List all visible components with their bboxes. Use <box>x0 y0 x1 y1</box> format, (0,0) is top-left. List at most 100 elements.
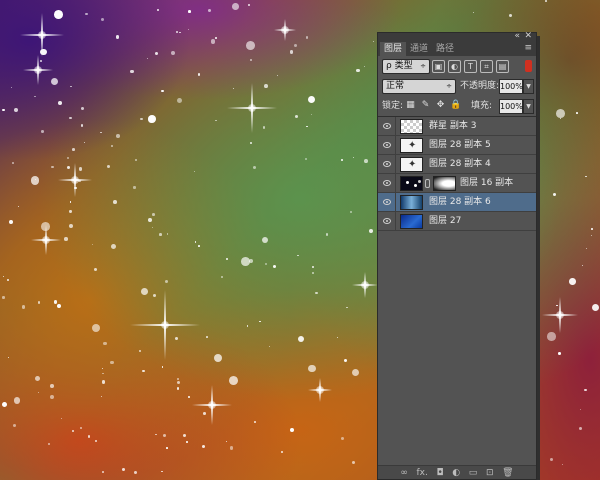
star-dot <box>156 9 159 12</box>
layer-row-selected[interactable]: 图层 28 副本 6 <box>378 193 536 212</box>
star-dot <box>254 421 257 423</box>
type-filter-icon[interactable]: T <box>464 60 477 73</box>
layer-row[interactable]: 图层 16 副本 <box>378 174 536 193</box>
star-dot <box>34 375 41 382</box>
star-dot <box>146 58 148 60</box>
star-dot <box>37 301 41 305</box>
star-dot <box>293 44 297 48</box>
panel-menu-icon[interactable]: ≡ <box>524 43 532 53</box>
star-core <box>316 386 324 394</box>
star-dot <box>581 265 583 267</box>
tab-channels[interactable]: 通道 <box>406 42 432 56</box>
shape-filter-icon[interactable]: ⌗ <box>480 60 493 73</box>
star-dot <box>553 192 557 197</box>
layer-row[interactable]: 群星 副本 3 <box>378 117 536 136</box>
layer-name: 图层 28 副本 5 <box>429 140 491 150</box>
star-dot <box>198 245 200 247</box>
visibility-toggle[interactable] <box>378 117 396 136</box>
star-dot <box>280 450 284 453</box>
star-dot <box>264 262 268 266</box>
star-dot <box>176 380 180 384</box>
star-dot <box>561 463 563 465</box>
star-dot <box>37 392 40 394</box>
star-dot <box>289 49 294 54</box>
visibility-toggle[interactable] <box>378 193 396 212</box>
star-dot <box>161 366 164 368</box>
tab-paths[interactable]: 路径 <box>432 42 458 56</box>
lock-paint-icon[interactable]: ✎ <box>420 99 431 112</box>
star-dot <box>115 133 120 138</box>
star-dot <box>101 471 104 473</box>
lock-move-icon[interactable]: ✥ <box>435 99 446 112</box>
panel-scrollbar[interactable] <box>537 36 540 480</box>
tab-layers[interactable]: 图层 <box>380 42 407 56</box>
star-dot <box>81 107 85 110</box>
layer-thumbnail <box>400 138 423 153</box>
collapse-icon[interactable]: « <box>514 31 520 41</box>
visibility-toggle[interactable] <box>378 174 396 193</box>
opacity-dropdown-icon[interactable]: ▼ <box>523 79 534 94</box>
star-dot <box>208 8 212 12</box>
star-dot <box>30 176 40 185</box>
lock-all-icon[interactable]: 🔒 <box>450 99 461 112</box>
star-dot <box>141 288 148 296</box>
star-dot <box>228 375 238 385</box>
layer-row[interactable]: 图层 28 副本 5 <box>378 136 536 155</box>
star-dot <box>79 426 83 430</box>
star-dot <box>276 74 278 76</box>
layer-list-empty-area[interactable] <box>378 266 536 465</box>
visibility-toggle[interactable] <box>378 212 396 231</box>
star-dot <box>232 87 234 89</box>
blend-mode-select[interactable]: 正常 ÷ <box>382 79 456 94</box>
fill-dropdown-icon[interactable]: ▼ <box>523 99 534 114</box>
mask-icon[interactable]: ◘ <box>437 467 444 479</box>
fx-icon[interactable]: fx. <box>416 467 427 479</box>
star-dot <box>21 305 25 309</box>
star-dot <box>585 175 588 178</box>
eye-icon[interactable] <box>383 123 391 129</box>
lock-transparent-icon[interactable]: ▦ <box>405 99 416 112</box>
star-dot <box>47 442 50 445</box>
new-layer-icon[interactable]: ⊡ <box>486 467 494 479</box>
star-dot <box>148 217 152 222</box>
star-dot <box>111 243 117 249</box>
chain-link-icon[interactable] <box>425 179 430 188</box>
star-dot <box>576 112 578 114</box>
filter-toggle[interactable] <box>525 60 532 72</box>
adjustment-filter-icon[interactable]: ◐ <box>448 60 461 73</box>
group-icon[interactable]: ▭ <box>469 467 478 479</box>
smart-object-filter-icon[interactable]: ▤ <box>496 60 509 73</box>
eye-icon[interactable] <box>383 142 391 148</box>
layer-name: 群星 副本 3 <box>429 121 477 131</box>
star-dot <box>364 65 366 67</box>
close-icon[interactable]: ✕ <box>524 31 532 41</box>
trash-icon[interactable]: 🗑 <box>502 467 513 479</box>
image-filter-icon[interactable]: ▣ <box>432 60 445 73</box>
visibility-toggle[interactable] <box>378 136 396 155</box>
opacity-input[interactable]: 100% <box>499 79 523 94</box>
visibility-toggle[interactable] <box>378 155 396 174</box>
layer-mask-thumbnail[interactable] <box>433 176 456 191</box>
star-dot <box>364 159 369 164</box>
star-dot <box>194 241 196 243</box>
link-icon[interactable]: ∞ <box>400 467 408 479</box>
adjustment-icon[interactable]: ◐ <box>452 467 460 479</box>
eye-icon[interactable] <box>383 199 391 205</box>
layer-row[interactable]: 图层 28 副本 4 <box>378 155 536 174</box>
star-dot <box>304 158 308 161</box>
star-dot <box>3 276 5 278</box>
fill-input[interactable]: 100% <box>499 99 523 114</box>
eye-icon[interactable] <box>383 161 391 167</box>
layer-filter-select[interactable]: ρ 类型 ÷ <box>382 59 430 74</box>
star-dot <box>91 243 94 246</box>
star-dot <box>188 396 191 399</box>
star-dot <box>549 457 554 461</box>
eye-icon[interactable] <box>383 180 391 186</box>
star-dot <box>188 10 191 13</box>
layer-row[interactable]: 图层 27 <box>378 212 536 231</box>
star-dot <box>556 304 559 307</box>
eye-icon[interactable] <box>383 218 391 224</box>
star-dot <box>558 351 561 355</box>
layer-name: 图层 27 <box>429 216 462 226</box>
star-dot <box>351 368 359 376</box>
